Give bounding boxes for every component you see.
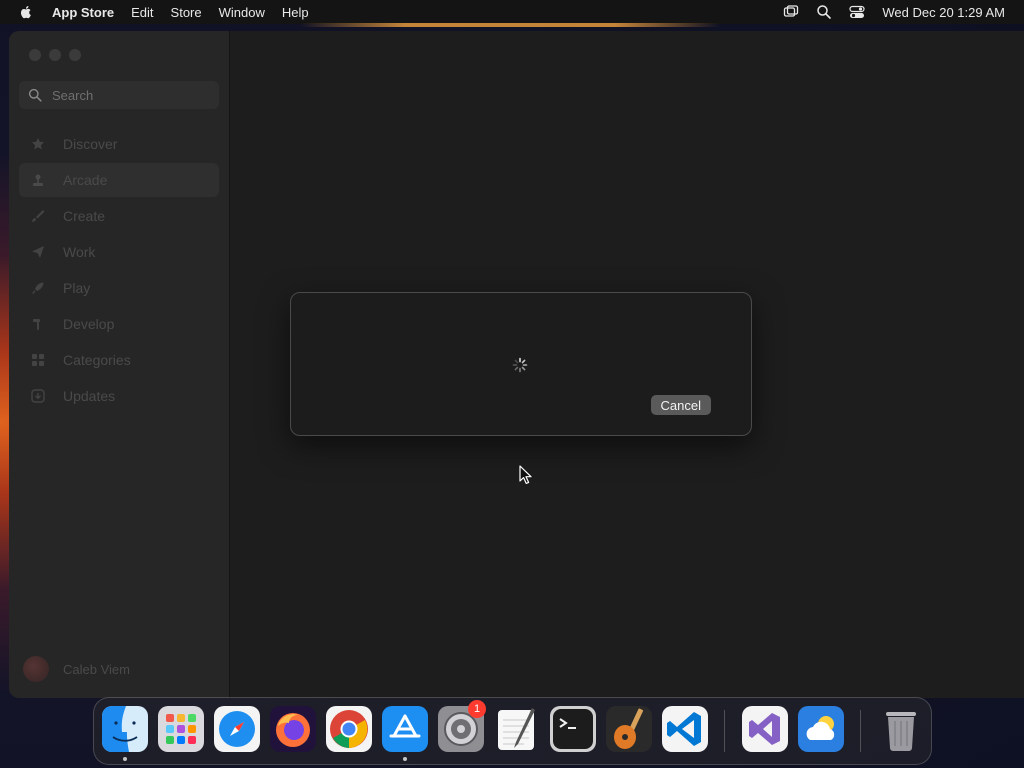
sidebar: Discover Arcade Create Work Play Develop xyxy=(9,31,230,698)
close-window-button[interactable] xyxy=(29,49,41,61)
menu-help[interactable]: Help xyxy=(282,5,309,20)
sidebar-item-create[interactable]: Create xyxy=(19,199,219,233)
finder-icon xyxy=(102,706,148,752)
menu-window[interactable]: Window xyxy=(219,5,265,20)
dock-launchpad[interactable] xyxy=(158,706,204,752)
dock-separator xyxy=(724,710,725,752)
sidebar-item-label: Work xyxy=(63,244,96,260)
dock-terminal[interactable] xyxy=(550,706,596,752)
vscode-icon xyxy=(662,706,708,752)
sidebar-item-play[interactable]: Play xyxy=(19,271,219,305)
sidebar-item-updates[interactable]: Updates xyxy=(19,379,219,413)
zoom-window-button[interactable] xyxy=(69,49,81,61)
cancel-button[interactable]: Cancel xyxy=(650,395,711,415)
weather-icon xyxy=(798,706,844,752)
paintbrush-icon xyxy=(32,210,45,222)
apple-icon[interactable] xyxy=(18,4,34,20)
dock-separator xyxy=(860,710,861,752)
sidebar-nav: Discover Arcade Create Work Play Develop xyxy=(19,127,219,415)
menu-app-name[interactable]: App Store xyxy=(52,5,114,20)
menu-store[interactable]: Store xyxy=(171,5,202,20)
minimize-window-button[interactable] xyxy=(49,49,61,61)
dock-chrome[interactable] xyxy=(326,706,372,752)
dock-weather[interactable] xyxy=(798,706,844,752)
visual-studio-icon xyxy=(742,706,788,752)
dock-trash[interactable] xyxy=(878,706,924,752)
dock-app-store[interactable] xyxy=(382,706,428,752)
sidebar-item-label: Updates xyxy=(63,388,116,404)
hammer-icon xyxy=(33,319,40,330)
sidebar-item-label: Categories xyxy=(63,352,131,368)
notification-badge: 1 xyxy=(468,700,486,718)
account-button[interactable]: Caleb Viem xyxy=(23,656,130,682)
chrome-icon xyxy=(326,706,372,752)
sidebar-item-label: Develop xyxy=(63,316,115,332)
sidebar-item-label: Play xyxy=(63,280,91,296)
textedit-icon xyxy=(498,708,535,750)
terminal-icon xyxy=(550,706,596,752)
dock-running-indicator xyxy=(403,757,407,761)
sidebar-item-discover[interactable]: Discover xyxy=(19,127,219,161)
dock-textedit[interactable] xyxy=(494,706,540,752)
guitar-icon xyxy=(606,706,652,752)
sidebar-item-develop[interactable]: Develop xyxy=(19,307,219,341)
menubar-glow xyxy=(300,23,720,27)
download-arrow-icon xyxy=(31,389,45,403)
joystick-icon xyxy=(33,174,43,186)
avatar xyxy=(23,656,49,682)
search-input[interactable] xyxy=(50,86,214,104)
dock-running-indicator xyxy=(123,757,127,761)
dock-garageband[interactable] xyxy=(606,706,652,752)
firefox-icon xyxy=(270,706,316,752)
rocket-icon xyxy=(32,282,44,294)
sidebar-item-label: Discover xyxy=(63,136,118,152)
sidebar-item-work[interactable]: Work xyxy=(19,235,219,269)
sidebar-item-label: Create xyxy=(63,208,106,224)
spotlight-search-icon[interactable] xyxy=(816,4,832,20)
menubar-clock[interactable]: Wed Dec 20 1:29 AM xyxy=(882,5,1005,20)
sidebar-item-label: Arcade xyxy=(63,172,108,188)
grid-icon xyxy=(32,354,44,366)
dock-finder[interactable] xyxy=(102,706,148,752)
search-field[interactable] xyxy=(19,81,219,109)
mouse-cursor-icon xyxy=(519,465,532,484)
account-name: Caleb Viem xyxy=(63,661,130,677)
launchpad-icon xyxy=(158,706,204,752)
dock-vscode[interactable] xyxy=(662,706,708,752)
screen-mirroring-icon[interactable] xyxy=(783,4,799,20)
star-icon xyxy=(32,138,44,150)
search-icon xyxy=(28,88,42,102)
dock: 1 xyxy=(93,697,932,765)
window-controls xyxy=(29,49,89,61)
paperplane-icon xyxy=(32,246,44,258)
dock-visual-studio[interactable] xyxy=(742,706,788,752)
dock-system-settings[interactable]: 1 xyxy=(438,700,486,752)
sidebar-item-categories[interactable]: Categories xyxy=(19,343,219,377)
dock-firefox[interactable] xyxy=(270,706,316,752)
loading-spinner-icon xyxy=(512,357,528,373)
app-store-icon xyxy=(382,706,428,752)
safari-icon xyxy=(214,706,260,752)
menu-bar: App Store Edit Store Window Help Wed Dec… xyxy=(0,0,1024,24)
menu-edit[interactable]: Edit xyxy=(131,5,153,20)
control-center-icon[interactable] xyxy=(849,4,865,20)
dock-safari[interactable] xyxy=(214,706,260,752)
sidebar-item-arcade[interactable]: Arcade xyxy=(19,163,219,197)
loading-sheet: Cancel xyxy=(290,292,752,436)
trash-icon xyxy=(886,712,916,751)
